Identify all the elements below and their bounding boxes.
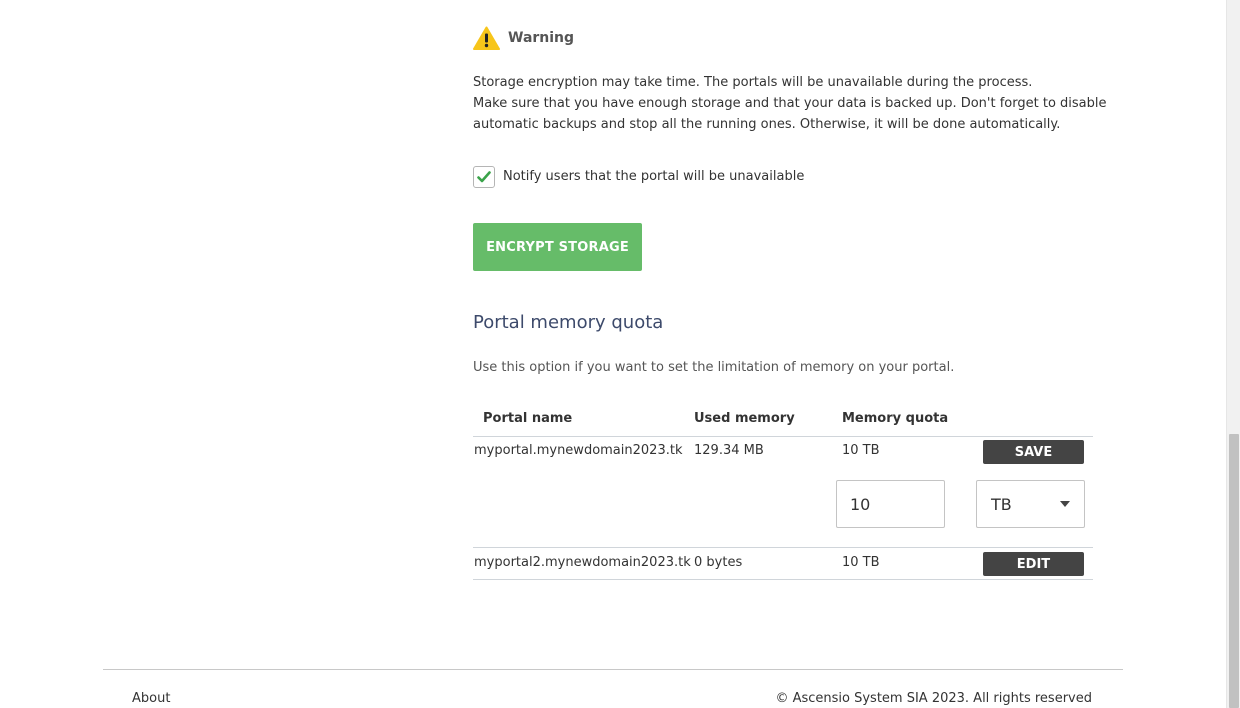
column-header-used-memory: Used memory xyxy=(694,411,795,426)
notify-users-checkbox[interactable] xyxy=(473,165,495,188)
save-quota-button[interactable]: SAVE xyxy=(983,440,1084,464)
column-header-memory-quota: Memory quota xyxy=(842,411,949,426)
warning-line: Make sure that you have enough storage a… xyxy=(473,96,1107,111)
edit-quota-button[interactable]: EDIT xyxy=(983,552,1084,576)
notify-users-label[interactable]: Notify users that the portal will be una… xyxy=(503,169,804,184)
caret-down-icon xyxy=(1060,501,1070,507)
quota-value-input[interactable] xyxy=(836,480,945,528)
quota-section-title: Portal memory quota xyxy=(473,312,664,333)
warning-line: Storage encryption may take time. The po… xyxy=(473,75,1033,90)
used-memory-cell: 129.34 MB xyxy=(694,443,764,458)
quota-unit-select[interactable]: TB xyxy=(976,480,1085,528)
warning-text: Storage encryption may take time. The po… xyxy=(473,72,1107,135)
encrypt-storage-button[interactable]: ENCRYPT STORAGE xyxy=(473,223,642,271)
memory-quota-cell: 10 TB xyxy=(842,555,880,570)
checkmark-icon xyxy=(477,170,491,182)
scrollbar-thumb[interactable] xyxy=(1229,434,1239,708)
column-header-portal-name: Portal name xyxy=(483,411,573,426)
memory-quota-cell: 10 TB xyxy=(842,443,880,458)
warning-line: automatic backups and stop all the runni… xyxy=(473,117,1061,132)
warning-icon xyxy=(473,26,500,50)
table-divider xyxy=(473,579,1093,580)
notify-users-option[interactable]: Notify users that the portal will be una… xyxy=(473,165,804,188)
portal-name-cell: myportal.mynewdomain2023.tk xyxy=(474,443,683,458)
warning-header: Warning xyxy=(473,25,574,51)
warning-title: Warning xyxy=(508,30,575,46)
page-scrollbar[interactable] xyxy=(1226,0,1240,708)
quota-section-description: Use this option if you want to set the l… xyxy=(473,360,955,375)
table-divider xyxy=(473,547,1093,548)
footer-about-link[interactable]: About xyxy=(132,691,170,706)
portal-name-cell: myportal2.mynewdomain2023.tk xyxy=(474,555,691,570)
quota-unit-value: TB xyxy=(991,494,1012,514)
table-divider xyxy=(473,436,1093,437)
settings-page: Warning Storage encryption may take time… xyxy=(0,0,1226,708)
footer-copyright: © Ascensio System SIA 2023. All rights r… xyxy=(775,691,1092,706)
used-memory-cell: 0 bytes xyxy=(694,555,743,570)
footer-divider xyxy=(103,669,1123,670)
